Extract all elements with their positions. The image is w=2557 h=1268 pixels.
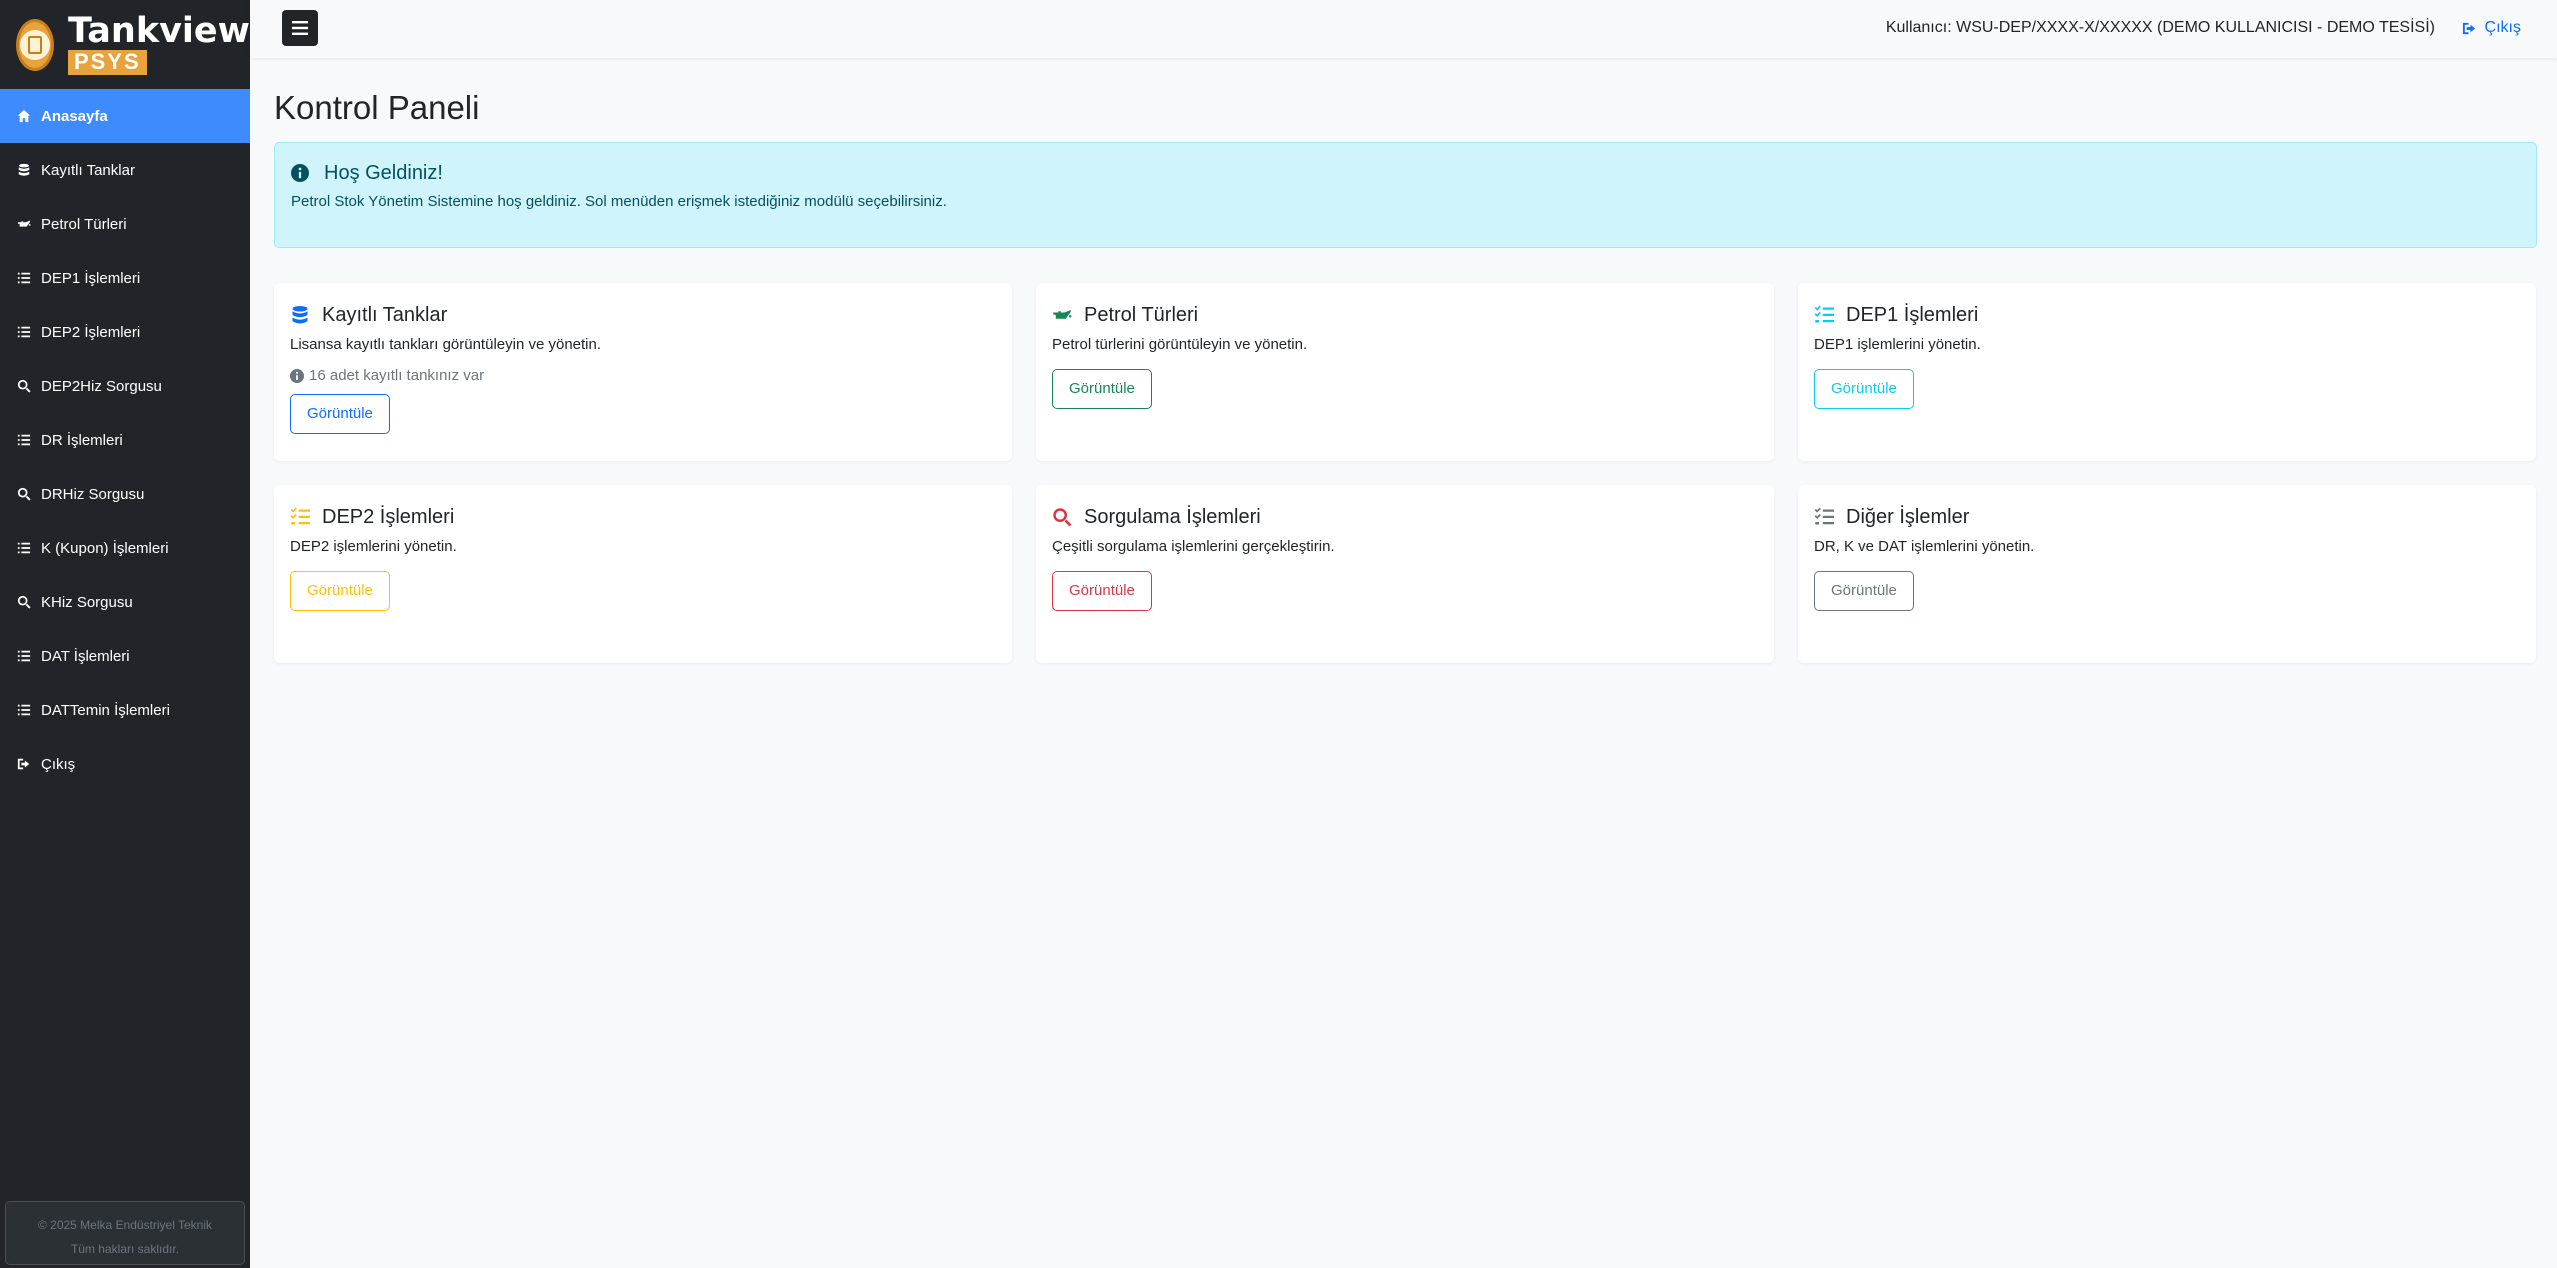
info-circle-icon <box>290 368 304 383</box>
card-title: DEP2 İşlemleri <box>322 505 455 528</box>
card-petrol-turleri: Petrol Türleri Petrol türlerini görüntül… <box>1036 283 1774 461</box>
footer-rights: Tüm hakları saklıdır. <box>70 1242 180 1256</box>
view-dep2-button[interactable]: Görüntüle <box>290 571 390 611</box>
sidebar: Tankview PSYS Anasayfa Kayıtlı Tanklar P… <box>0 0 250 1268</box>
sidebar-item-label: DR İşlemleri <box>41 431 123 449</box>
brand-name: Tankview <box>67 11 250 51</box>
sidebar-item-label: DEP1 İşlemleri <box>41 269 141 287</box>
sidebar-item-khiz[interactable]: KHiz Sorgusu <box>0 575 250 629</box>
oil-can-icon <box>1053 310 1072 319</box>
list-check-icon <box>1814 305 1834 323</box>
search-icon <box>1053 508 1072 527</box>
sidebar-item-drhiz[interactable]: DRHiz Sorgusu <box>0 467 250 521</box>
sidebar-item-dat[interactable]: DAT İşlemleri <box>0 629 250 683</box>
list-check-icon <box>1814 507 1834 525</box>
hamburger-icon <box>292 21 308 35</box>
sign-out-icon <box>16 756 32 772</box>
card-description: DEP2 işlemlerini yönetin. <box>290 538 457 555</box>
sidebar-item-cikis[interactable]: Çıkış <box>0 737 250 791</box>
search-icon <box>16 486 32 502</box>
logout-label: Çıkış <box>2484 19 2521 36</box>
card-note-text: 16 adet kayıtlı tankınız var <box>309 367 485 384</box>
database-icon <box>292 306 308 324</box>
sidebar-item-label: DEP2Hiz Sorgusu <box>41 377 162 395</box>
sidebar-item-dr[interactable]: DR İşlemleri <box>0 413 250 467</box>
menu-toggle-button[interactable] <box>282 10 318 46</box>
tank-logo-icon <box>16 18 54 71</box>
list-icon <box>16 540 32 556</box>
brand-sub: PSYS <box>67 50 147 75</box>
view-petrol-button[interactable]: Görüntüle <box>1052 369 1152 409</box>
view-diger-button[interactable]: Görüntüle <box>1814 571 1914 611</box>
welcome-alert: Hoş Geldiniz! Petrol Stok Yönetim Sistem… <box>274 142 2537 248</box>
card-diger: Diğer İşlemler DR, K ve DAT işlemlerini … <box>1798 485 2536 663</box>
info-circle-icon <box>291 164 309 182</box>
sidebar-item-anasayfa[interactable]: Anasayfa <box>0 89 250 143</box>
logout-link[interactable]: Çıkış <box>2462 19 2521 37</box>
sidebar-item-dep2[interactable]: DEP2 İşlemleri <box>0 305 250 359</box>
sidebar-item-label: Petrol Türleri <box>41 215 127 233</box>
oil-can-icon <box>16 216 32 232</box>
footer-copyright: © 2025 Melka Endüstriyel Teknik <box>37 1218 213 1232</box>
sidebar-item-label: Çıkış <box>41 755 76 773</box>
topbar: Kullanıcı: WSU-DEP/XXXX-X/XXXXX (DEMO KU… <box>250 0 2557 58</box>
sidebar-item-label: DEP2 İşlemleri <box>41 323 141 341</box>
sidebar-item-label: KHiz Sorgusu <box>41 593 133 611</box>
card-description: DR, K ve DAT işlemlerini yönetin. <box>1814 538 2035 555</box>
card-title: Diğer İşlemler <box>1846 505 1970 528</box>
sidebar-footer: © 2025 Melka Endüstriyel Teknik Tüm hakl… <box>5 1201 245 1265</box>
card-note: 16 adet kayıtlı tankınız var <box>290 367 996 384</box>
card-title: DEP1 İşlemleri <box>1846 303 1979 326</box>
search-icon <box>16 378 32 394</box>
card-description: DEP1 işlemlerini yönetin. <box>1814 336 1981 353</box>
card-title: Kayıtlı Tanklar <box>322 303 448 326</box>
sign-out-icon <box>2462 22 2475 34</box>
card-description: Lisansa kayıtlı tankları görüntüleyin ve… <box>290 336 602 353</box>
sidebar-item-dep2hiz[interactable]: DEP2Hiz Sorgusu <box>0 359 250 413</box>
sidebar-item-kupon[interactable]: K (Kupon) İşlemleri <box>0 521 250 575</box>
alert-title: Hoş Geldiniz! <box>324 161 443 184</box>
sidebar-item-label: Kayıtlı Tanklar <box>41 161 135 179</box>
list-icon <box>16 270 32 286</box>
list-icon <box>16 702 32 718</box>
list-check-icon <box>290 507 310 525</box>
view-tanks-button[interactable]: Görüntüle <box>290 394 390 434</box>
card-dep1: DEP1 İşlemleri DEP1 işlemlerini yönetin.… <box>1798 283 2536 461</box>
list-icon <box>16 648 32 664</box>
view-sorgulama-button[interactable]: Görüntüle <box>1052 571 1152 611</box>
card-title: Sorgulama İşlemleri <box>1084 505 1261 528</box>
card-kayitli-tanklar: Kayıtlı Tanklar Lisansa kayıtlı tankları… <box>274 283 1012 461</box>
database-icon <box>16 162 32 178</box>
sidebar-item-label: DRHiz Sorgusu <box>41 485 145 503</box>
sidebar-item-label: DATTemin İşlemleri <box>41 701 170 719</box>
sidebar-item-kayitli-tanklar[interactable]: Kayıtlı Tanklar <box>0 143 250 197</box>
brand[interactable]: Tankview PSYS <box>0 0 250 89</box>
card-description: Çeşitli sorgulama işlemlerini gerçekleşt… <box>1052 538 1335 555</box>
sidebar-item-dattemin[interactable]: DATTemin İşlemleri <box>0 683 250 737</box>
sidebar-item-label: Anasayfa <box>41 107 108 125</box>
sidebar-nav: Anasayfa Kayıtlı Tanklar Petrol Türleri … <box>0 89 250 791</box>
page-title: Kontrol Paneli <box>274 89 480 126</box>
user-info: Kullanıcı: WSU-DEP/XXXX-X/XXXXX (DEMO KU… <box>1885 19 2435 36</box>
card-title: Petrol Türleri <box>1084 303 1199 326</box>
alert-text: Petrol Stok Yönetim Sistemine hoş geldin… <box>291 193 947 210</box>
home-icon <box>16 108 32 124</box>
sidebar-item-label: DAT İşlemleri <box>41 647 130 665</box>
view-dep1-button[interactable]: Görüntüle <box>1814 369 1914 409</box>
sidebar-item-petrol-turleri[interactable]: Petrol Türleri <box>0 197 250 251</box>
search-icon <box>16 594 32 610</box>
card-sorgulama: Sorgulama İşlemleri Çeşitli sorgulama iş… <box>1036 485 1774 663</box>
sidebar-item-label: K (Kupon) İşlemleri <box>41 539 169 557</box>
card-description: Petrol türlerini görüntüleyin ve yönetin… <box>1052 336 1308 353</box>
list-icon <box>16 324 32 340</box>
card-dep2: DEP2 İşlemleri DEP2 işlemlerini yönetin.… <box>274 485 1012 663</box>
main-content: Kontrol Paneli Hoş Geldiniz! Petrol Stok… <box>274 58 2537 663</box>
sidebar-item-dep1[interactable]: DEP1 İşlemleri <box>0 251 250 305</box>
list-icon <box>16 432 32 448</box>
